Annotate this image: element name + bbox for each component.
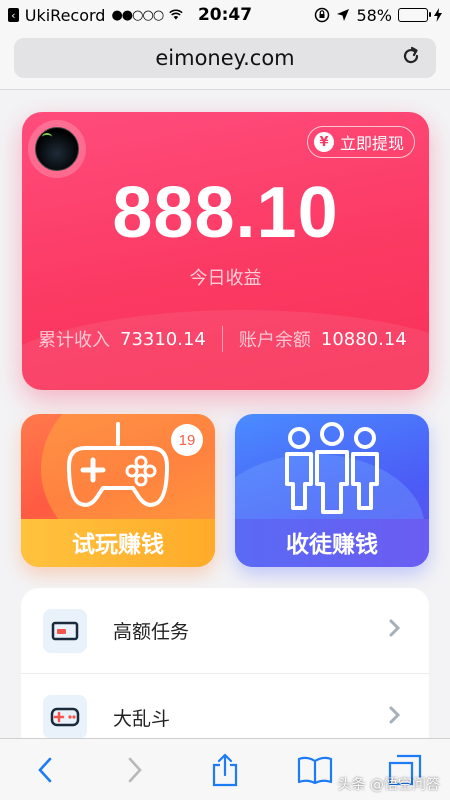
earnings-card: ¥ 立即提现 888.10 今日收益 累计收入 73310.14 账户余额 10… [22, 112, 429, 390]
gamepad-icon [43, 695, 87, 739]
browser-address-area: eimoney.com [0, 30, 450, 90]
location-icon [337, 9, 350, 21]
bookmarks-button[interactable] [290, 748, 340, 792]
today-earnings-amount: 888.10 [112, 173, 339, 253]
play-to-earn-tile[interactable]: 19 试玩赚钱 [21, 414, 215, 567]
share-icon [212, 753, 238, 786]
back-to-app-icon[interactable]: ‹ [8, 8, 19, 22]
play-to-earn-label: 试玩赚钱 [72, 532, 164, 558]
task-count-badge: 19 [171, 424, 203, 456]
today-earnings-label: 今日收益 [189, 268, 262, 289]
avatar-ring[interactable] [28, 120, 86, 178]
card-icon [43, 608, 87, 653]
battery-percent: 58% [356, 5, 392, 25]
list-item-label: 高额任务 [113, 621, 190, 643]
withdraw-label: 立即提现 [339, 134, 404, 153]
watermark-text: 头条 @悟空问答 [337, 777, 440, 793]
list-item-label: 大乱斗 [113, 707, 171, 730]
clock: 20:47 [197, 5, 253, 25]
people-group-icon [285, 422, 379, 514]
rotation-lock-icon [315, 7, 330, 23]
recruit-to-earn-tile[interactable]: 收徒赚钱 [235, 414, 429, 567]
stats-divider [221, 326, 223, 352]
charging-icon [434, 8, 442, 22]
browser-toolbar: 头条 @悟空问答 [0, 738, 450, 800]
url-text: eimoney.com [155, 46, 295, 70]
chevron-left-icon [38, 757, 52, 782]
total-income-value: 73310.14 [120, 328, 206, 350]
earnings-stats: 累计收入 73310.14 账户余额 10880.14 [38, 326, 413, 352]
list-item-high-value-tasks[interactable]: 高额任务 [21, 588, 429, 674]
recruit-to-earn-label: 收徒赚钱 [286, 532, 378, 558]
reload-icon[interactable] [400, 45, 422, 67]
wifi-icon [169, 9, 183, 20]
task-list: 高额任务 大乱斗 [21, 588, 429, 748]
forward-button[interactable] [110, 748, 160, 792]
withdraw-button[interactable]: ¥ 立即提现 [306, 126, 415, 158]
balance-value: 10880.14 [320, 328, 407, 350]
total-income-label: 累计收入 [38, 330, 110, 351]
chevron-right-icon [389, 618, 401, 643]
status-left: ‹ UkiRecord ●●○○○ [8, 6, 183, 25]
signal-strength: ●●○○○ [111, 7, 164, 23]
list-item-brawl[interactable]: 大乱斗 [21, 674, 429, 748]
watermark: 头条 @悟空问答 [338, 774, 440, 794]
battery-icon [398, 8, 431, 22]
avatar[interactable] [35, 127, 79, 171]
chevron-right-icon [389, 705, 401, 730]
address-bar[interactable]: eimoney.com [14, 38, 436, 78]
gamepad-icon [67, 422, 169, 507]
book-icon [297, 756, 333, 784]
share-button[interactable] [200, 748, 250, 792]
status-bar: ‹ UkiRecord ●●○○○ 20:47 58% [0, 0, 450, 30]
status-right: 58% [267, 6, 442, 25]
carrier-name: UkiRecord [24, 5, 106, 25]
balance-label: 账户余额 [238, 330, 311, 351]
back-button[interactable] [20, 748, 70, 792]
chevron-right-icon [128, 757, 142, 782]
yen-icon: ¥ [313, 132, 334, 152]
